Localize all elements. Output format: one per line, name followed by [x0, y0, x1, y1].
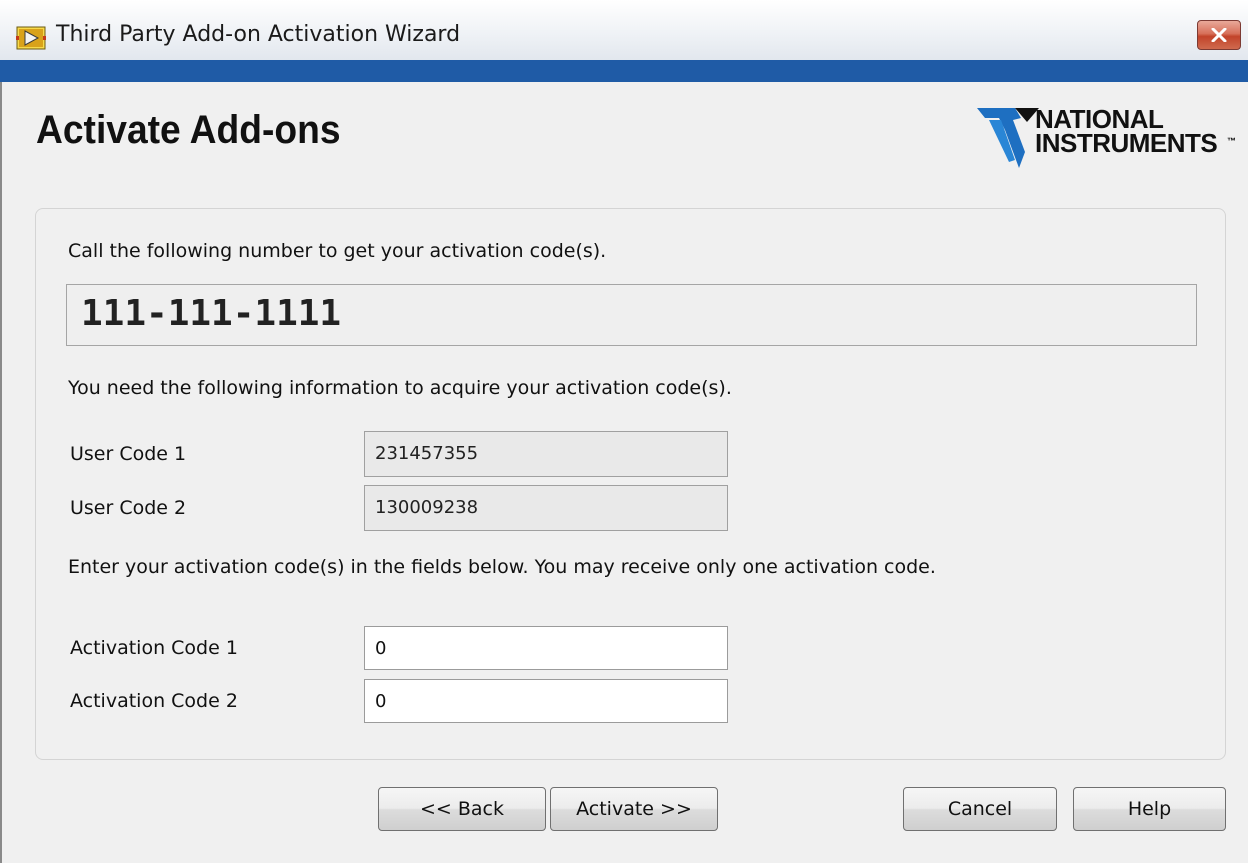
- enter-instruction: Enter your activation code(s) in the fie…: [68, 556, 936, 578]
- cancel-button[interactable]: Cancel: [903, 787, 1057, 831]
- page-title: Activate Add-ons: [36, 108, 341, 152]
- user-code-1-field[interactable]: 231457355: [364, 431, 728, 477]
- window-border: [0, 82, 2, 863]
- user-code-1-label: User Code 1: [70, 443, 187, 465]
- phone-number-display: 111-111-1111: [66, 284, 1197, 346]
- ni-eagle-logo: [977, 108, 1039, 168]
- close-button[interactable]: [1197, 20, 1241, 50]
- activate-button[interactable]: Activate >>: [550, 787, 718, 831]
- call-instruction: Call the following number to get your ac…: [68, 240, 607, 262]
- ni-logo: NATIONAL INSTRUMENTS ™: [975, 100, 1240, 178]
- user-code-2-value: 130009238: [375, 497, 479, 518]
- activation-code-1-input[interactable]: [364, 626, 728, 670]
- close-icon: [1211, 28, 1227, 42]
- logo-line-2: INSTRUMENTS: [1035, 128, 1218, 158]
- header-accent-band: [0, 60, 1248, 82]
- activation-code-2-input[interactable]: [364, 679, 728, 723]
- activation-code-2-label: Activation Code 2: [70, 690, 238, 712]
- user-code-2-label: User Code 2: [70, 497, 187, 519]
- back-button[interactable]: << Back: [378, 787, 546, 831]
- user-code-2-field[interactable]: 130009238: [364, 485, 728, 531]
- trademark-symbol: ™: [1227, 136, 1236, 146]
- user-code-1-value: 231457355: [375, 443, 479, 464]
- help-button[interactable]: Help: [1073, 787, 1226, 831]
- phone-number: 111-111-1111: [81, 293, 342, 334]
- window-title: Third Party Add-on Activation Wizard: [56, 22, 461, 47]
- activation-code-1-label: Activation Code 1: [70, 637, 238, 659]
- info-instruction: You need the following information to ac…: [68, 377, 732, 399]
- labview-app-icon: [16, 26, 46, 50]
- activation-wizard-window: Third Party Add-on Activation Wizard Act…: [0, 0, 1248, 863]
- title-bar: Third Party Add-on Activation Wizard: [0, 0, 1248, 60]
